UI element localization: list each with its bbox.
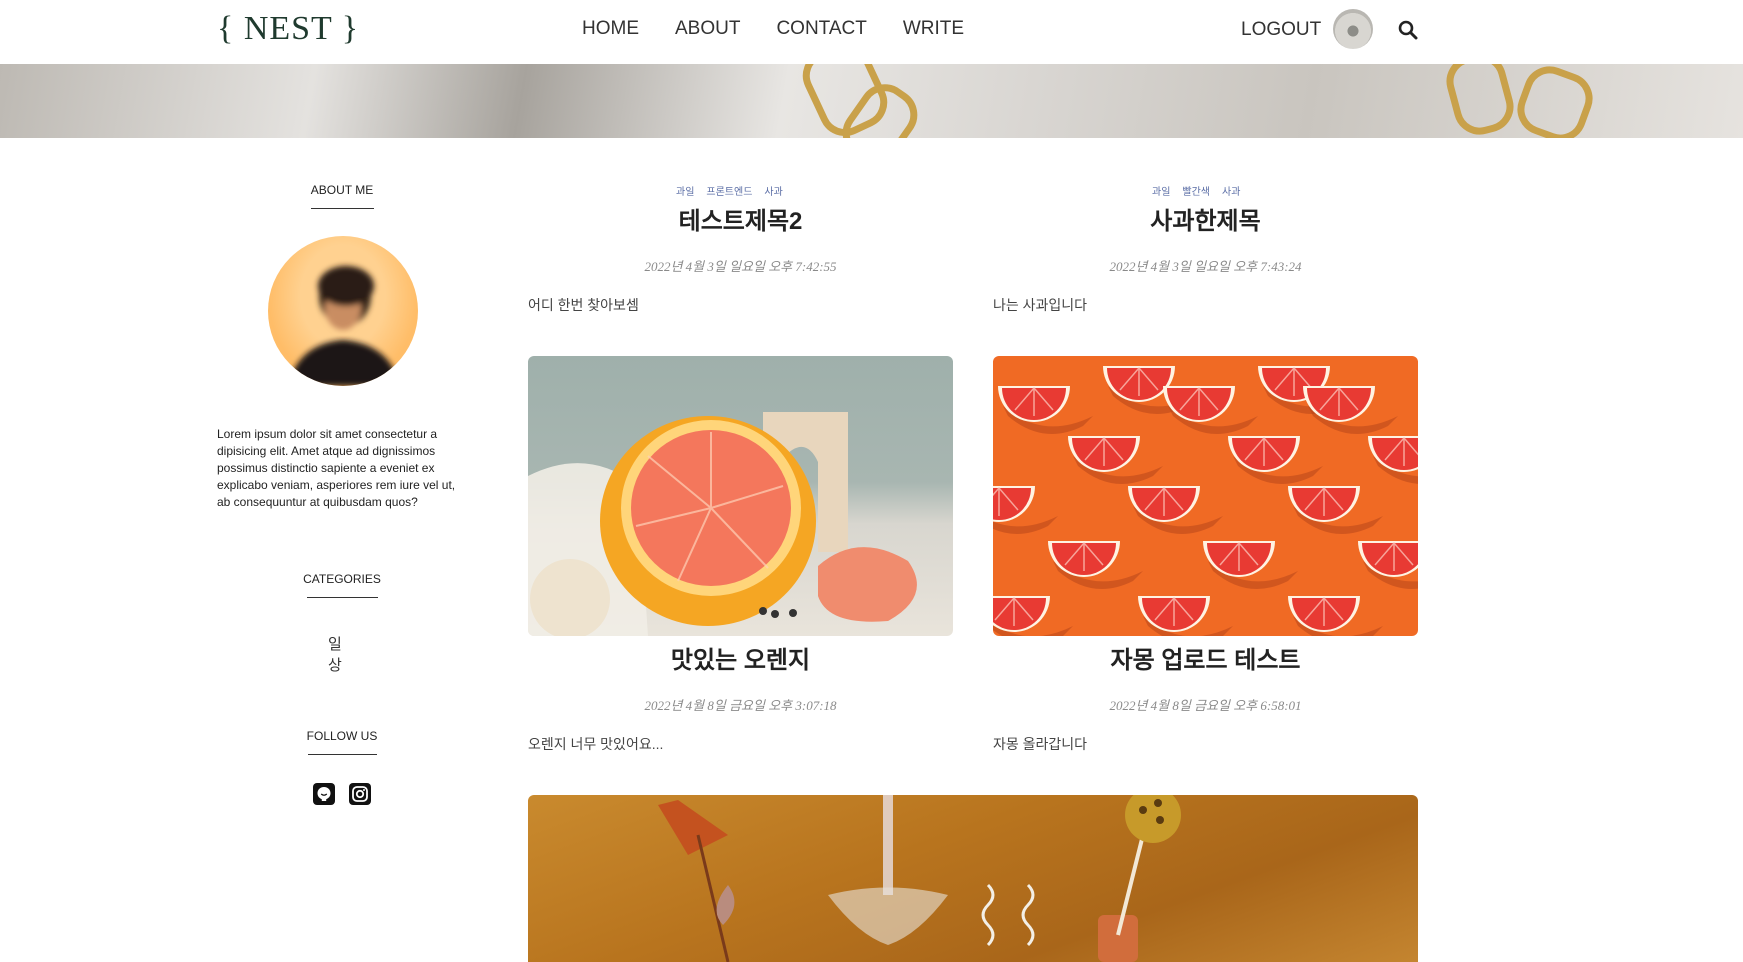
post-3-excerpt: 오렌지 너무 맛있어요... [528,736,664,752]
post-4-image[interactable] [993,356,1418,636]
github-icon[interactable] [313,783,335,805]
post-1-excerpt: 어디 한번 찾아보셈 [528,297,639,313]
nav-home[interactable]: HOME [582,18,639,40]
post-1-title[interactable]: 테스트제목2 [528,201,953,236]
post-1-tags: 과일 프론트엔드 사과 [676,183,783,198]
follow-us-underline [308,754,377,755]
post-5-image[interactable] [528,795,1418,962]
user-avatar[interactable] [1333,9,1373,49]
post-2-date: 2022년 4월 3일 일요일 오후 7:43:24 [1109,259,1302,274]
tag[interactable]: 사과 [1222,183,1240,198]
about-me-underline [311,208,374,209]
category-item-daily[interactable]: 일상 [328,634,344,676]
tag[interactable]: 사과 [764,183,782,198]
header-banner-image [0,64,1743,138]
tag[interactable]: 프론트엔드 [706,183,752,198]
nav-write[interactable]: WRITE [903,18,964,40]
top-navbar: { NEST } HOME ABOUT CONTACT WRITE LOGOUT [0,0,1743,64]
post-4-title[interactable]: 자몽 업로드 테스트 [993,640,1418,675]
post-4-date: 2022년 4월 8일 금요일 오후 6:58:01 [1109,698,1302,713]
main-nav: HOME ABOUT CONTACT WRITE [582,18,964,40]
search-icon[interactable] [1398,20,1418,40]
post-3-date: 2022년 4월 8일 금요일 오후 3:07:18 [644,698,837,713]
post-2-title[interactable]: 사과한제목 [993,201,1418,236]
profile-photo [268,236,418,386]
categories-underline [307,597,378,598]
nav-contact[interactable]: CONTACT [776,18,866,40]
post-2-tags: 과일 빨간색 사과 [1152,183,1240,198]
site-logo[interactable]: { NEST } [217,10,359,48]
about-me-heading: ABOUT ME [310,183,374,197]
tag[interactable]: 과일 [676,183,694,198]
post-4-excerpt: 자몽 올라갑니다 [993,736,1088,752]
instagram-icon[interactable] [349,783,371,805]
logout-link[interactable]: LOGOUT [1241,19,1321,41]
tag[interactable]: 빨간색 [1182,183,1210,198]
follow-us-heading: FOLLOW US [306,729,378,743]
about-me-text: Lorem ipsum dolor sit amet consectetur a… [217,427,456,509]
post-3-title[interactable]: 맛있는 오렌지 [528,640,953,675]
post-2-excerpt: 나는 사과입니다 [993,297,1088,313]
post-3-image[interactable] [528,356,953,636]
tag[interactable]: 과일 [1152,183,1170,198]
nav-about[interactable]: ABOUT [675,18,740,40]
post-1-date: 2022년 4월 3일 일요일 오후 7:42:55 [644,259,837,274]
categories-heading: CATEGORIES [303,572,381,586]
